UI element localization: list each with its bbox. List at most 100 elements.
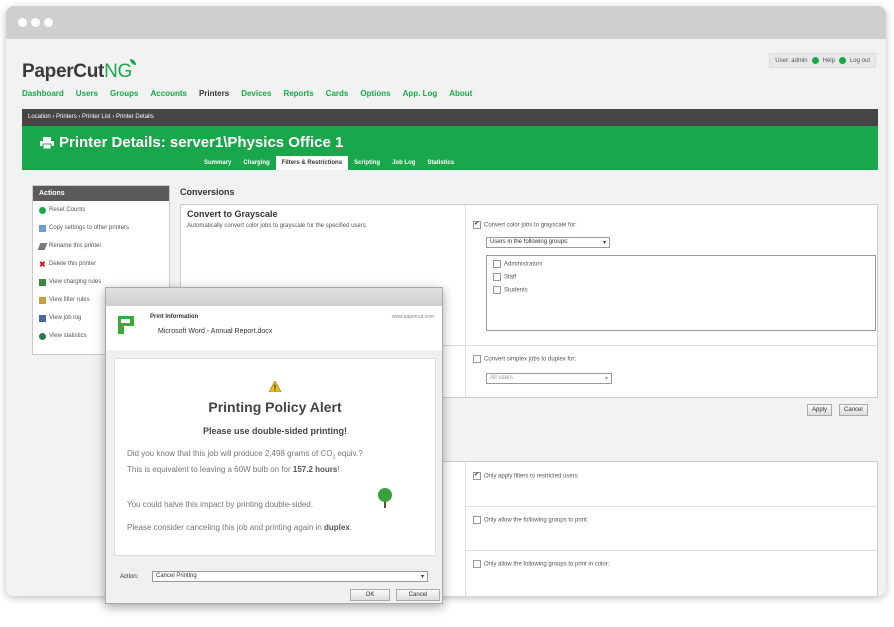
action-label: Action: [120,574,139,580]
ok-button[interactable]: OK [350,589,390,601]
cancel-button[interactable]: Cancel [839,404,868,416]
alert-title: Printing Policy Alert [208,399,342,415]
action-label: View charging rules [49,279,102,285]
restricted-checkbox[interactable] [473,471,481,480]
tab-filters-restrictions[interactable]: Filters & Restrictions [275,156,349,170]
grayscale-select-value: Users in the following groups: [490,239,569,245]
tab-charging[interactable]: Charging [237,156,275,170]
alert-subtitle: Please use double-sided printing! [202,426,348,436]
nav-reports[interactable]: Reports [283,89,313,98]
document-name: Microsoft Word - Annual Report.docx [158,328,273,335]
printer-icon [39,278,46,286]
nav-app-log[interactable]: App. Log [403,89,438,98]
print-alert-dialog: Print Information Microsoft Word - Annua… [105,287,443,604]
duplex-checkbox-label: Convert simplex jobs to duplex for: [484,356,577,363]
user-label: User: admin [775,57,808,64]
dialog-cancel-button[interactable]: Cancel [396,589,440,601]
action-label: Reset Counts [49,207,86,213]
stats-icon [39,332,46,340]
logout-link[interactable]: Log out [850,58,870,64]
copy-icon [39,224,46,232]
group-label: Students [504,287,528,294]
tab-summary[interactable]: Summary [198,156,237,170]
action-reset-counts[interactable]: Reset Counts [33,201,169,219]
window-dot[interactable] [31,18,40,27]
groups-list: Administrators Staff Students [486,255,876,331]
nav-users[interactable]: Users [76,89,98,98]
action-select[interactable]: Cancel Printing ▾ [152,571,428,582]
page-title: Printer Details: server1\Physics Office … [40,134,343,151]
action-select-value: Cancel Printing [156,573,197,579]
chevron-down-icon: ▾ [602,240,606,246]
nav-devices[interactable]: Devices [241,89,271,98]
tab-statistics[interactable]: Statistics [421,156,460,170]
action-label: View statistics [49,333,87,339]
restricted-option: Only apply filters to restricted users [473,471,578,480]
row-divider [465,506,877,507]
action-label: Copy settings to other printers [49,225,130,231]
user-toolbar: User: admin Help Log out [769,53,876,68]
apply-button[interactable]: Apply [807,404,833,416]
page-header: Printer Details: server1\Physics Office … [22,126,878,170]
grayscale-checkbox-label: Convert color jobs to grayscale for: [484,222,577,229]
dialog-titlebar[interactable] [106,288,442,307]
site-label: www.papercut.com [391,314,434,320]
nav-options[interactable]: Options [360,89,390,98]
bulb-line: This is equivalent to leaving a 60W bulb… [127,465,340,474]
groups-color-checkbox[interactable] [473,560,481,568]
delete-icon: ✖ [39,259,46,269]
print-info-title: Print Information [150,314,199,320]
duplex-line: Please consider canceling this job and p… [127,523,353,532]
action-copy-settings[interactable]: Copy settings to other printers [33,219,169,237]
window-dot[interactable] [44,18,53,27]
action-label: Rename this printer [49,243,102,249]
panel-divider [465,462,466,596]
tab-scripting[interactable]: Scripting [348,156,386,170]
panel-divider [465,205,466,397]
browser-chrome [6,6,886,39]
action-label: View job log [49,315,82,321]
group-label: Administrators [504,261,543,268]
co2-line: Did you know that this job will produce … [127,449,363,461]
subtabs: Summary Charging Filters & Restrictions … [198,156,460,170]
action-delete[interactable]: ✖ Delete this printer [33,255,169,273]
nav-groups[interactable]: Groups [110,89,138,98]
conversions-heading: Conversions [180,187,235,197]
warning-icon [115,379,435,397]
duplex-users-select[interactable]: All users ▾ [486,373,612,384]
window-dot[interactable] [18,18,27,27]
group-checkbox[interactable] [493,260,501,268]
group-checkbox[interactable] [493,286,501,294]
help-icon[interactable] [811,57,819,64]
chevron-down-icon: ▾ [420,574,424,580]
restricted-label: Only apply filters to restricted users [484,473,578,480]
group-item[interactable]: Administrators [493,260,542,268]
duplex-checkbox[interactable] [473,355,481,363]
pencil-icon [37,242,48,250]
row-divider [465,550,877,551]
nav-printers[interactable]: Printers [199,89,229,98]
action-rename[interactable]: Rename this printer [33,237,169,255]
papercut-logo: PaperCutNG [22,59,138,83]
groups-color-label: Only allow the following groups to print… [484,561,610,568]
groups-print-label: Only allow the following groups to print… [484,517,589,524]
tab-job-log[interactable]: Job Log [386,156,421,170]
nav-cards[interactable]: Cards [326,89,349,98]
page-title-text: Printer Details: server1\Physics Office … [59,134,344,151]
groups-print-checkbox[interactable] [473,516,481,524]
group-label: Staff [504,274,517,281]
nav-accounts[interactable]: Accounts [151,89,187,98]
filter-icon [39,296,46,304]
logout-icon[interactable] [838,57,846,64]
groups-print-option: Only allow the following groups to print… [473,516,588,524]
nav-about[interactable]: About [449,89,472,98]
group-checkbox[interactable] [493,273,501,281]
help-link[interactable]: Help [823,58,835,64]
group-item[interactable]: Students [493,286,528,294]
duplex-select-value: All users [490,375,514,381]
nav-dashboard[interactable]: Dashboard [22,89,64,98]
grayscale-users-select[interactable]: Users in the following groups: ▾ [486,237,610,248]
group-item[interactable]: Staff [493,273,516,281]
chevron-down-icon: ▾ [604,376,608,382]
grayscale-checkbox[interactable] [473,220,481,229]
